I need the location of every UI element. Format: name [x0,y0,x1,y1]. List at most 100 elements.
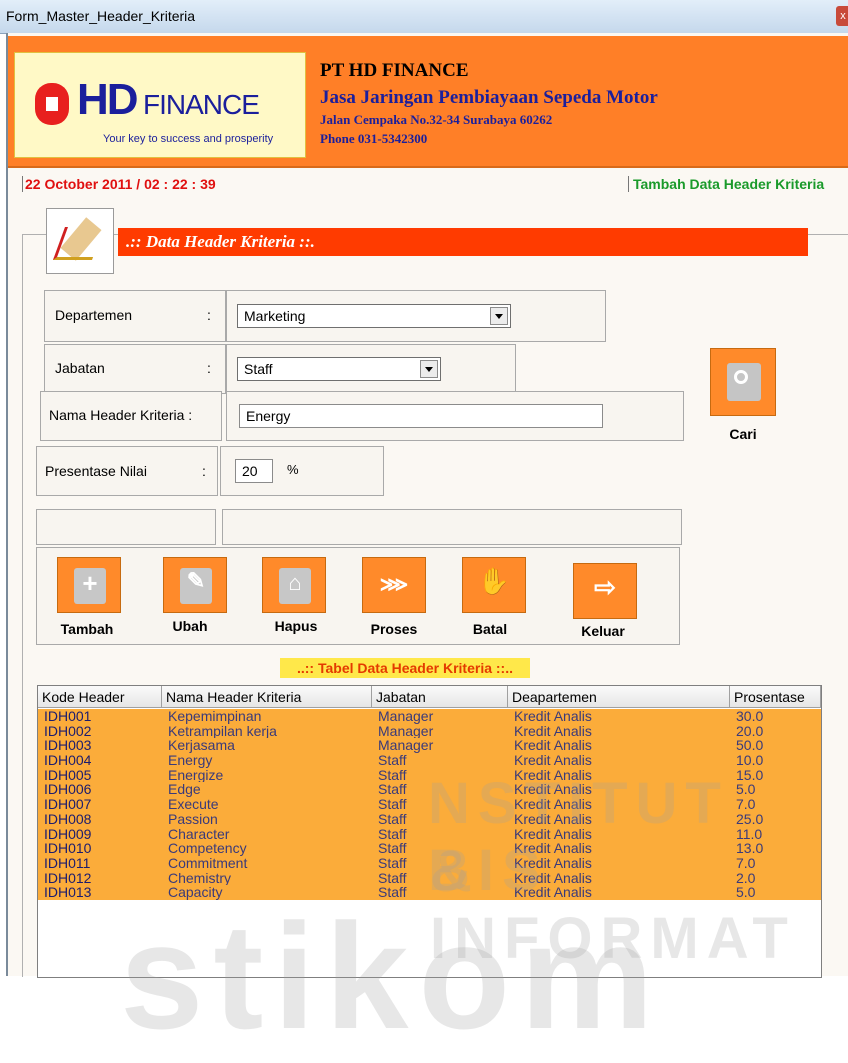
jabatan-field-box: Staff [226,344,516,394]
chevron-down-icon[interactable] [490,307,508,325]
table-cell: Kredit Analis [514,796,592,813]
table-cell: Staff [378,810,407,827]
table-row[interactable]: IDH005 Energize Staff Kredit Analis 15.0 [38,768,821,783]
table-cell: Commitment [168,854,248,871]
logo-word: FINANCE [143,89,260,120]
table-cell: Kredit Analis [514,737,592,754]
nama-label-box: Nama Header Kriteria : [40,391,222,441]
table-row[interactable]: IDH012 Chemistry Staff Kredit Analis 2.0 [38,870,821,886]
table-cell: Kredit Analis [514,884,592,901]
batal-button[interactable]: ✋ [462,557,526,613]
batal-label: Batal [472,621,508,637]
table-row[interactable]: IDH002 Ketrampilan kerja Manager Kredit Ana… [38,722,821,739]
table-body: IDH001 Kepemimpinan Manager Kredit Analis 30… [38,709,821,900]
table-caption: ..:: Tabel Data Header Kriteria ::.. [280,658,530,678]
logo-brand: HD [77,75,139,124]
table-row[interactable]: IDH009 Character Staff Kredit Analis 11.0 [38,825,821,842]
ubah-button[interactable]: ✎ [163,557,227,613]
nama-field-box: Energy [226,391,684,441]
cari-label: Cari [729,426,757,442]
window-title: Form_Master_Header_Kriteria [6,8,196,24]
close-button[interactable]: x [836,6,848,26]
departemen-select[interactable]: Marketing [237,304,511,328]
table-cell: Staff [378,781,407,798]
col-prosentase[interactable]: Prosentase [730,686,821,708]
header-kriteria-table[interactable]: Kode Header Nama Header Kriteria Jabatan… [37,685,822,978]
table-cell: Kredit Analis [514,766,592,783]
table-cell: Kredit Analis [514,854,592,871]
jabatan-colon: : [207,360,211,376]
plus-glyph: + [82,568,98,598]
ruler-shape [52,227,105,260]
table-row[interactable]: IDH006 Edge Staff Kredit Analis 5.0 [38,781,821,798]
table-cell: IDH010 [44,840,92,857]
table-row[interactable]: IDH007 Execute Staff Kredit Analis 7.0 [38,797,821,812]
col-kode-header[interactable]: Kode Header [38,686,162,708]
table-cell: Staff [378,825,407,842]
table-cell: Energize [168,766,224,783]
jabatan-label-box: Jabatan : [44,344,226,394]
company-address: Jalan Cempaka No.32-34 Surabaya 60262 [320,112,553,127]
pencil-glyph: ✎ [186,568,206,593]
table-cell: 15.0 [736,766,764,783]
table-row[interactable]: IDH011 Commitment Staff Kredit Analis 7.0 [38,856,821,871]
table-cell: 30.0 [736,708,764,724]
table-row[interactable]: IDH004 Energy Staff Kredit Analis 10.0 [38,753,821,768]
table-cell: Manager [378,722,434,739]
chevron-down-icon[interactable] [420,360,438,378]
process-icon: ⋙ [379,574,409,596]
table-cell: Passion [168,810,218,827]
keluar-button[interactable]: ⇨ [573,563,637,619]
presentase-input[interactable]: 20 [235,459,273,483]
search-icon [727,363,761,401]
table-cell: Kredit Analis [514,722,592,739]
departemen-field-box: Marketing [226,290,606,342]
table-row[interactable]: IDH001 Kepemimpinan Manager Kredit Analis 30… [38,709,821,724]
table-cell: 50.0 [736,737,764,754]
table-cell: Kerjasama [168,737,235,754]
logo-tagline: Your key to success and prosperity [103,133,274,145]
cari-button[interactable] [710,348,776,416]
table-cell: Kredit Analis [514,781,592,798]
table-cell: Kredit Analis [514,810,592,827]
proses-button[interactable]: ⋙ [362,557,426,613]
table-cell: Character [168,825,230,842]
basket-icon: ⌂ [279,568,311,604]
nama-input[interactable]: Energy [239,404,603,428]
table-cell: Kredit Analis [514,752,592,769]
table-cell: Staff [378,884,407,901]
jabatan-select[interactable]: Staff [237,357,441,381]
table-cell: Edge [168,781,201,798]
table-cell: IDH006 [44,781,92,798]
magnifier-ring [734,370,748,384]
table-row[interactable]: IDH010 Competency Staff Kredit Analis 13.0 [38,841,821,856]
proses-label: Proses [370,621,418,637]
ubah-label: Ubah [172,618,208,634]
col-nama-header[interactable]: Nama Header Kriteria [162,686,372,708]
company-name: PT HD FINANCE [320,60,469,81]
table-cell: Ketrampilan kerja [168,722,277,739]
table-cell: 5.0 [736,884,756,901]
table-row[interactable]: IDH008 Passion Staff Kredit Analis 25.0 [38,812,821,827]
col-jabatan[interactable]: Jabatan [372,686,508,708]
table-cell: Manager [378,708,434,724]
table-cell: Staff [378,840,407,857]
company-phone: Phone 031-5342300 [320,131,428,146]
empty-box-right [222,509,682,545]
tambah-button[interactable]: + [57,557,121,613]
table-row[interactable]: IDH013 Capacity Staff Kredit Analis 5.0 [38,885,821,900]
jabatan-value: Staff [244,361,273,377]
jabatan-label: Jabatan [55,360,105,376]
table-cell: Competency [168,840,247,857]
table-cell: Energy [168,752,213,769]
table-cell: IDH009 [44,825,92,842]
keluar-label: Keluar [581,623,625,639]
hapus-button[interactable]: ⌂ [262,557,326,613]
departemen-label-box: Departemen : [44,290,226,342]
col-departemen[interactable]: Deapartemen [508,686,730,708]
table-cell: IDH001 [44,708,92,724]
table-row[interactable]: IDH003 Kerjasama Manager Kredit Analis 50.0 [38,737,821,754]
table-cell: IDH008 [44,810,92,827]
logo-mark-icon [35,83,69,125]
table-cell: 7.0 [736,796,756,813]
